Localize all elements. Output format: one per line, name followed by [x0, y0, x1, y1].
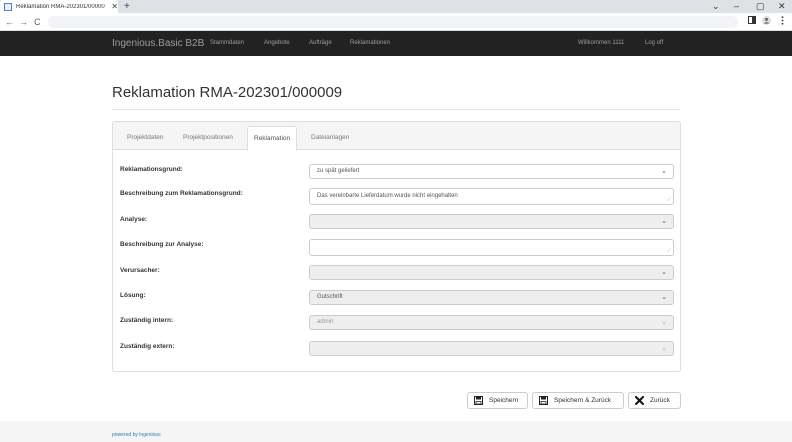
form-panel: Projektdaten Projektpositionen Reklamati… — [112, 121, 681, 372]
chevron-down-icon: ⌄ — [661, 218, 667, 225]
tab-bar: Projektdaten Projektpositionen Reklamati… — [113, 122, 680, 151]
reklamationsgrund-label: Reklamationsgrund: — [120, 166, 183, 173]
tab-projektpositionen[interactable]: Projektpositionen — [177, 126, 239, 150]
resize-handle-icon[interactable]: ⟋ — [667, 249, 671, 254]
verursacher-select[interactable]: ⌄ — [309, 265, 674, 280]
browser-tabstrip: Reklamation RMA-202301/00000 ✕ + ⌄ – ▢ ✕ — [0, 0, 792, 13]
chevron-down-icon: ⌄ — [661, 269, 667, 276]
nav-item-angebote[interactable]: Angebote — [264, 31, 290, 56]
tab-dateianlagen[interactable]: Dateianlagen — [305, 126, 355, 150]
reload-icon[interactable]: C — [34, 13, 41, 31]
powered-by-link[interactable]: powered by ingenious — [112, 421, 161, 442]
x-icon — [635, 396, 644, 405]
zustaendig-intern-label: Zuständig intern: — [120, 317, 174, 324]
app-navbar: Ingenious.Basic B2B Stammdaten Angebote … — [0, 31, 792, 56]
analyse-select[interactable]: ⌄ — [309, 214, 674, 229]
address-bar[interactable] — [48, 16, 738, 28]
nav-item-auftraege[interactable]: Aufträge — [309, 31, 332, 56]
reklamationsgrund-select[interactable]: zu spät geliefert ⌄ — [309, 164, 674, 179]
beschreibung-reklamationsgrund-label: Beschreibung zum Reklamationsgrund: — [120, 190, 243, 197]
profile-icon[interactable] — [762, 16, 771, 29]
back-arrow-icon[interactable]: ← — [5, 13, 14, 31]
zustaendig-intern-value: admin — [317, 319, 334, 325]
chevron-down-icon: ⌄ — [661, 168, 667, 175]
title-divider — [112, 109, 680, 110]
page-footer: powered by ingenious — [0, 421, 792, 442]
close-window-button[interactable]: ✕ — [778, 0, 786, 13]
loesung-select[interactable]: Gutschrift ⌄ — [309, 290, 674, 305]
zustaendig-extern-label: Zuständig extern: — [120, 343, 175, 350]
chevron-down-icon: ⌄ — [661, 294, 667, 301]
nav-item-reklamationen[interactable]: Reklamationen — [350, 31, 390, 56]
page-title: Reklamation RMA-202301/000009 — [112, 84, 343, 101]
minimize-button[interactable]: – — [734, 0, 739, 13]
beschreibung-reklamationsgrund-value: Das vereinbarte Lieferdatum wurde nicht … — [317, 193, 458, 199]
floppy-disk-icon — [539, 396, 548, 405]
zustaendig-extern-select: ⌄ — [309, 341, 674, 356]
save-and-back-button[interactable]: Speichern & Zurück — [532, 392, 624, 409]
forward-arrow-icon[interactable]: → — [19, 13, 28, 31]
beschreibung-reklamationsgrund-textarea[interactable]: Das vereinbarte Lieferdatum wurde nicht … — [309, 188, 674, 205]
loesung-label: Lösung: — [120, 292, 146, 299]
nav-item-stammdaten[interactable]: Stammdaten — [210, 31, 244, 56]
beschreibung-analyse-textarea[interactable]: ⟋ — [309, 239, 674, 256]
tab-search-icon[interactable]: ⌄ — [712, 0, 720, 13]
tab-reklamation[interactable]: Reklamation — [247, 126, 298, 151]
verursacher-label: Verursacher: — [120, 267, 160, 274]
save-and-back-button-label: Speichern & Zurück — [554, 397, 612, 404]
loesung-value: Gutschrift — [317, 294, 343, 300]
browser-tab-title: Reklamation RMA-202301/00000 — [16, 3, 105, 10]
beschreibung-analyse-label: Beschreibung zur Analyse: — [120, 241, 204, 248]
tab-projektdaten[interactable]: Projektdaten — [121, 126, 170, 150]
logout-link[interactable]: Log off — [645, 31, 663, 56]
resize-handle-icon[interactable]: ⟋ — [667, 198, 671, 203]
save-button-label: Speichern — [489, 397, 519, 404]
zustaendig-intern-select: admin ⌄ — [309, 315, 674, 330]
maximize-button[interactable]: ▢ — [756, 0, 765, 13]
analyse-label: Analyse: — [120, 216, 148, 223]
floppy-disk-icon — [474, 396, 483, 405]
chevron-down-icon: ⌄ — [661, 345, 667, 352]
save-button[interactable]: Speichern — [467, 392, 528, 409]
chevron-down-icon: ⌄ — [661, 319, 667, 326]
back-button[interactable]: Zurück — [628, 392, 681, 409]
tab-close-icon[interactable]: ✕ — [111, 2, 118, 11]
browser-toolbar: ← → C — [0, 13, 792, 31]
side-panel-icon[interactable] — [748, 16, 756, 28]
page-favicon-icon — [4, 2, 12, 11]
brand-logo[interactable]: Ingenious.Basic B2B — [112, 31, 204, 56]
menu-dots-icon[interactable] — [781, 16, 784, 29]
back-button-label: Zurück — [650, 397, 670, 404]
reklamationsgrund-value: zu spät geliefert — [317, 168, 360, 174]
new-tab-button[interactable]: + — [124, 0, 130, 13]
welcome-link[interactable]: Willkommen 1111 — [578, 31, 624, 56]
browser-tab[interactable]: Reklamation RMA-202301/00000 ✕ — [0, 0, 118, 13]
